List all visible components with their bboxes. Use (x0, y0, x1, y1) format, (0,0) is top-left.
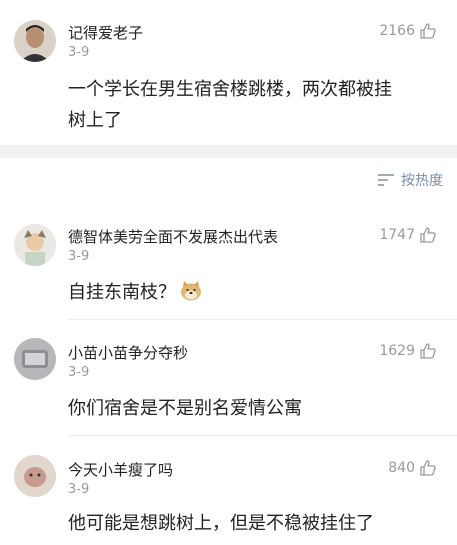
section-divider (0, 145, 457, 158)
comment-avatar[interactable] (14, 455, 56, 497)
user-avatar-icon (14, 338, 56, 380)
user-avatar-icon (14, 20, 56, 62)
post: 记得爱老子 3-9 2166 一个学长在男生宿舍楼跳楼，两次都被挂 树上了 (0, 0, 457, 145)
user-avatar-icon (14, 224, 56, 266)
thumbs-up-icon (420, 227, 436, 243)
comment-divider (68, 319, 457, 320)
post-text-line-2: 树上了 (68, 110, 122, 131)
comment-like-button[interactable]: 840 (388, 459, 437, 477)
comment-divider (68, 435, 457, 436)
comment-like-button[interactable]: 1747 (379, 226, 437, 244)
comment-text-content: 自挂东南枝？ (68, 282, 176, 303)
thumbs-up-icon (420, 23, 436, 39)
comment-date: 3-9 (68, 249, 90, 264)
comment-username[interactable]: 德智体美劳全面不发展杰出代表 (68, 226, 278, 247)
post-like-count: 2166 (379, 23, 415, 39)
post-like-button[interactable]: 2166 (379, 22, 437, 40)
post-date: 3-9 (68, 45, 90, 60)
sort-icon (378, 174, 394, 186)
post-username[interactable]: 记得爱老子 (68, 22, 143, 43)
doge-emoji-icon (181, 281, 201, 301)
post-text-line-1: 一个学长在男生宿舍楼跳楼，两次都被挂 (68, 79, 392, 100)
comment-text: 你们宿舍是不是别名爱情公寓 (68, 398, 302, 419)
comment-avatar[interactable] (14, 224, 56, 266)
thumbs-up-icon (420, 343, 436, 359)
comment-username[interactable]: 小苗小苗争分夺秒 (68, 342, 188, 363)
avatar[interactable] (14, 20, 56, 62)
thumbs-up-icon (420, 460, 436, 476)
user-avatar-icon (14, 455, 56, 497)
comment-like-count: 1629 (379, 343, 415, 359)
comment-date: 3-9 (68, 365, 90, 380)
sort-toggle[interactable]: 按热度 (377, 170, 443, 190)
comment-date: 3-9 (68, 482, 90, 497)
comment-like-button[interactable]: 1629 (379, 342, 437, 360)
sort-label: 按热度 (401, 173, 443, 189)
comment-like-count: 840 (388, 460, 415, 476)
comment-text: 自挂东南枝？ (68, 277, 202, 308)
comment-text: 他可能是想跳树上，但是不稳被挂住了 (68, 513, 374, 534)
comment-like-count: 1747 (379, 227, 415, 243)
comment-avatar[interactable] (14, 338, 56, 380)
comment-username[interactable]: 今天小羊瘦了吗 (68, 459, 173, 480)
